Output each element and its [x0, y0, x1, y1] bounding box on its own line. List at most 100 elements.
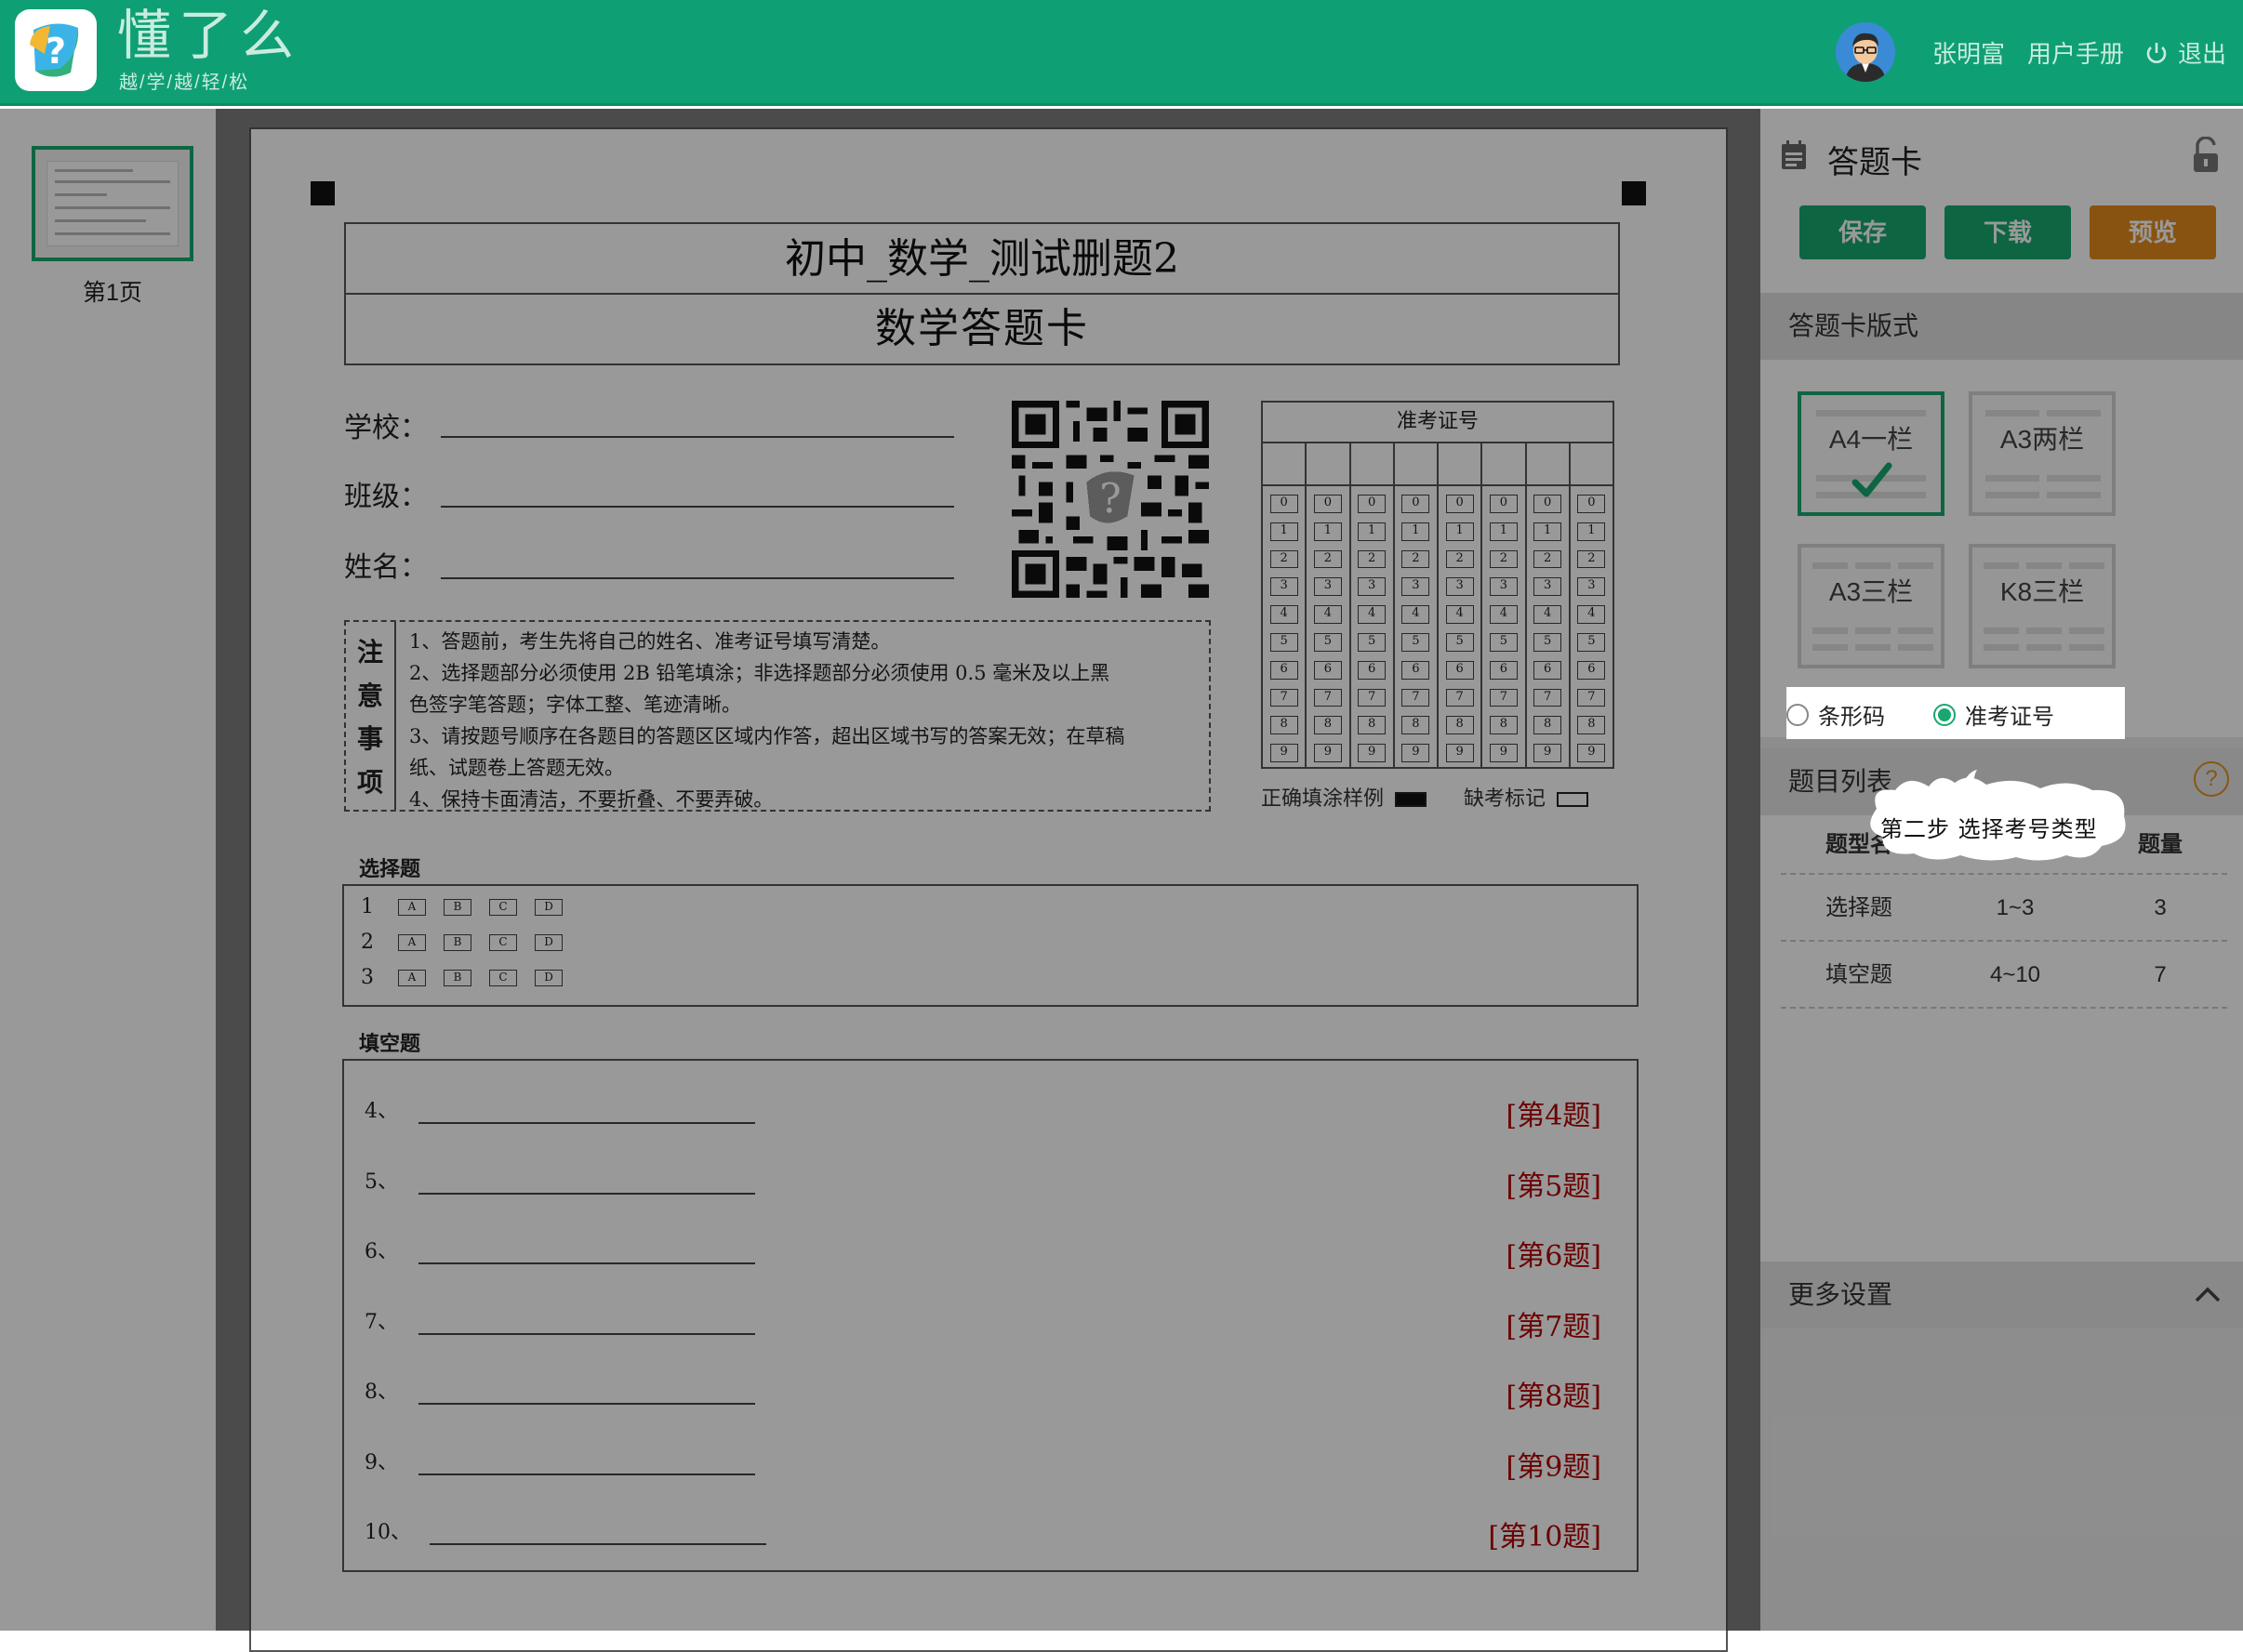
admission-digit-bubble: 4	[1401, 605, 1430, 624]
admission-digit-column: 0 1 2 3 4 5 6 7 8 9	[1527, 486, 1571, 767]
more-settings-toggle[interactable]: 更多设置	[1760, 1262, 2243, 1328]
question-tag: [第10题]	[1488, 1521, 1601, 1553]
admission-digit-bubble: 6	[1533, 660, 1562, 680]
admission-digit-bubble: 0	[1313, 495, 1342, 513]
question-tag: [第4题]	[1506, 1100, 1602, 1132]
positioning-mark	[1622, 181, 1646, 205]
help-icon[interactable]: ?	[2194, 761, 2229, 797]
question-tag: [第9题]	[1506, 1450, 1602, 1484]
fill-legend: 正确填涂样例 缺考标记	[1261, 782, 1589, 812]
admission-digit-bubble: 2	[1533, 549, 1562, 569]
table-row[interactable]: 填空题 4~10 7	[1781, 942, 2227, 1009]
choice-question-row: 1 ABCD	[361, 895, 580, 919]
question-tag: [第8题]	[1506, 1381, 1602, 1413]
admission-number-write-row	[1263, 443, 1613, 486]
admission-digit-bubble: 8	[1489, 716, 1518, 735]
layout-k8-three-column[interactable]: K8三栏	[1969, 544, 2116, 668]
notice-box[interactable]: 注 意 事 项 1、答题前，考生先将自己的姓名、准考证号填写清楚。 2、选择题部…	[344, 620, 1211, 812]
admission-digit-bubble: 3	[1313, 577, 1342, 597]
page-thumbnail-label: 第1页	[83, 280, 142, 306]
admission-digit-bubble: 4	[1269, 605, 1298, 624]
admission-digit-bubble: 2	[1358, 549, 1387, 569]
choice-option-bubble: B	[444, 969, 471, 986]
admission-digit-bubble: 3	[1269, 577, 1298, 597]
chevron-up-icon	[2195, 1287, 2221, 1302]
table-cell: 选择题	[1825, 895, 1892, 920]
admission-digit-bubble: 7	[1533, 688, 1562, 707]
admission-digit-bubble: 1	[1445, 522, 1474, 541]
answer-line	[418, 1403, 755, 1405]
answer-line	[430, 1543, 766, 1545]
notice-line: 2、选择题部分必须使用 2B 铅笔填涂；非选择题部分必须使用 0.5 毫米及以上…	[409, 662, 1110, 684]
admission-digit-bubble: 3	[1401, 577, 1430, 597]
notice-heading-char: 意	[356, 680, 383, 711]
answer-line	[418, 1192, 755, 1195]
column-header: 题量	[2138, 832, 2183, 857]
radio-barcode[interactable]: 条形码	[1786, 698, 1885, 731]
user-avatar-icon	[1836, 22, 1895, 82]
admission-digit-column: 0 1 2 3 4 5 6 7 8 9	[1395, 486, 1439, 767]
page-thumbnail[interactable]	[32, 146, 193, 261]
admission-digit-column: 0 1 2 3 4 5 6 7 8 9	[1571, 486, 1613, 767]
choice-question-row: 2 ABCD	[361, 931, 580, 954]
table-cell: 1~3	[1996, 895, 2035, 920]
sheet-title[interactable]: 初中_数学_测试删题2	[346, 224, 1618, 295]
absent-mark-box	[1557, 792, 1589, 807]
admission-digit-bubble: 7	[1358, 688, 1387, 707]
choice-option-bubble: B	[444, 933, 471, 951]
admission-digit-bubble: 9	[1313, 744, 1342, 762]
admission-digit-bubble: 8	[1358, 716, 1387, 735]
unlock-icon[interactable]	[2190, 137, 2223, 174]
admission-digit-bubble: 0	[1445, 495, 1474, 513]
admission-digit-bubble: 8	[1269, 716, 1298, 735]
radio-admission-number[interactable]: 准考证号	[1933, 698, 2054, 731]
table-cell: 7	[2154, 962, 2167, 987]
fill-section-box[interactable]: 4、 [第4题] 5、 [第5题] 6、 [第6题] 7、 [第7题] 8、 [第8题] 9、 [第9…	[342, 1059, 1639, 1572]
user-name[interactable]: 张明富	[1932, 35, 2005, 70]
layout-a3-three-column[interactable]: A3三栏	[1798, 544, 1944, 668]
admission-digit-bubble: 3	[1445, 577, 1474, 597]
admission-digit-bubble: 6	[1401, 660, 1430, 680]
fill-question-row: 4、 [第4题]	[365, 1087, 1601, 1133]
layout-a3-two-column[interactable]: A3两栏	[1969, 391, 2116, 516]
choice-option-bubble: D	[535, 969, 563, 986]
app-logo[interactable]: ?	[15, 9, 97, 91]
preview-button[interactable]: 预览	[2090, 205, 2216, 259]
check-icon	[1851, 462, 1892, 497]
panel-header: 答题卡 保存 下载 预览	[1760, 109, 2243, 293]
fill-question-number: 9、	[365, 1450, 398, 1474]
answer-card-panel: 答题卡 保存 下载 预览 答题卡版式 A4一栏 A3两栏 A3三栏 K8三栏 条…	[1760, 109, 2243, 1631]
save-button[interactable]: 保存	[1799, 205, 1926, 259]
admission-digit-bubble: 3	[1358, 577, 1387, 597]
admission-digit-bubble: 2	[1313, 549, 1342, 569]
qr-code: ?	[1012, 401, 1209, 598]
choice-section-box[interactable]: 1ABCD2ABCD3ABCD	[342, 884, 1639, 1007]
admission-digit-bubble: 1	[1401, 522, 1430, 541]
user-manual-link[interactable]: 用户手册	[2027, 35, 2124, 70]
choice-option-bubble: D	[535, 898, 563, 916]
admission-digit-bubble: 6	[1358, 660, 1387, 680]
admission-digit-bubble: 1	[1358, 522, 1387, 541]
avatar[interactable]	[1836, 22, 1895, 82]
logout-button[interactable]: 退出	[2144, 35, 2226, 70]
qr-code-icon: ?	[1012, 401, 1209, 598]
sheet-title-box[interactable]: 初中_数学_测试删题2 数学答题卡	[344, 222, 1620, 365]
admission-digit-bubble: 3	[1533, 577, 1562, 597]
editor-canvas: 初中_数学_测试删题2 数学答题卡 学校： 班级： 姓名： ? 准考证号 0 1…	[216, 109, 1760, 1652]
answer-sheet-paper: 初中_数学_测试删题2 数学答题卡 学校： 班级： 姓名： ? 准考证号 0 1…	[249, 127, 1728, 1652]
sheet-subtitle[interactable]: 数学答题卡	[346, 295, 1618, 363]
fill-question-number: 4、	[365, 1100, 398, 1123]
layout-a4-one-column[interactable]: A4一栏	[1798, 391, 1944, 516]
guide-tip-text: 第二步 选择考号类型	[1880, 816, 2098, 842]
download-button[interactable]: 下载	[1944, 205, 2071, 259]
choice-option-bubble: A	[398, 969, 426, 986]
admission-digit-bubble: 1	[1313, 522, 1342, 541]
admission-digit-bubble: 1	[1533, 522, 1562, 541]
fill-question-number: 8、	[365, 1381, 398, 1404]
table-row[interactable]: 选择题 1~3 3	[1781, 875, 2227, 942]
notice-heading-char: 事	[356, 723, 383, 755]
table-cell: 填空题	[1825, 962, 1892, 987]
admission-digit-bubble: 5	[1533, 632, 1562, 652]
power-icon	[2146, 42, 2167, 63]
admission-digit-bubble: 0	[1401, 495, 1430, 513]
